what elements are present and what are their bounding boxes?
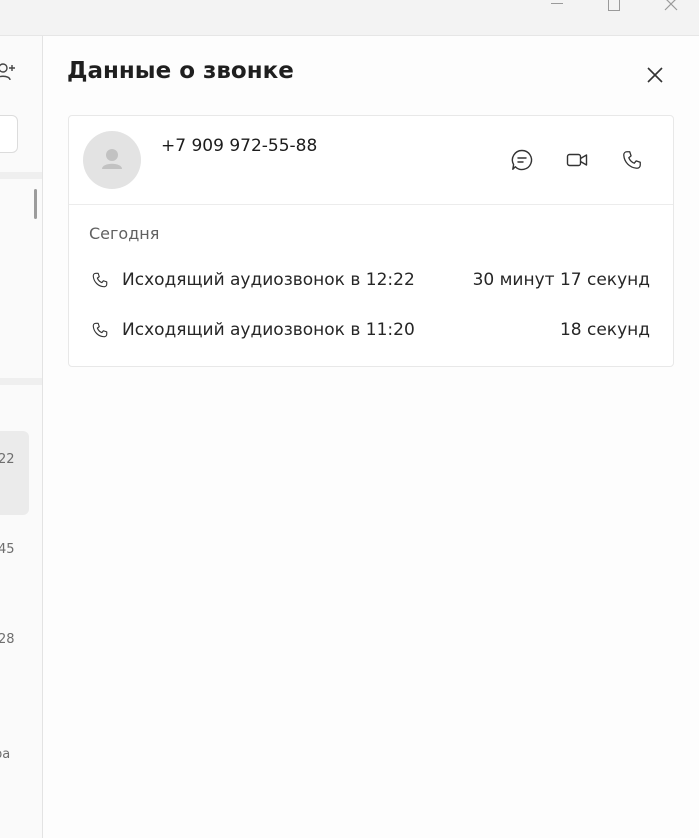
- window-close-button[interactable]: [656, 0, 686, 14]
- scrollbar-thumb[interactable]: [34, 189, 37, 219]
- phone-icon: [92, 322, 108, 338]
- call-history-row: Исходящий аудиозвонок в 12:22 30 минут 1…: [69, 266, 673, 296]
- list-item-snippet: pa: [0, 747, 11, 762]
- video-camera-icon: [566, 153, 588, 167]
- page-title: Данные о звонке: [67, 58, 294, 84]
- minimize-icon: [551, 3, 563, 4]
- maximize-button[interactable]: [599, 0, 629, 14]
- call-duration: 18 секунд: [559, 320, 650, 340]
- call-details-card: +7 909 972-55-88 Сегодня Исходящий аудио…: [68, 115, 674, 367]
- close-panel-button[interactable]: [640, 60, 670, 90]
- date-section-label: Сегодня: [89, 224, 160, 243]
- minimize-button[interactable]: [542, 0, 572, 14]
- add-contact-button[interactable]: [0, 60, 18, 88]
- contact-number: +7 909 972-55-88: [161, 136, 318, 156]
- section-divider: [0, 172, 42, 179]
- call-description: Исходящий аудиозвонок в 11:20: [122, 320, 415, 340]
- person-placeholder-icon: [102, 149, 122, 169]
- close-icon: [647, 67, 663, 83]
- search-input[interactable]: [0, 115, 18, 153]
- maximize-icon: [608, 0, 620, 11]
- video-call-button[interactable]: [562, 145, 592, 175]
- chat-bubble-icon: [511, 149, 533, 171]
- title-bar: [0, 0, 699, 36]
- section-divider: [0, 378, 42, 385]
- list-item-time: 28: [0, 632, 15, 647]
- chat-list-item-selected[interactable]: [0, 431, 29, 515]
- list-item-time: 22: [0, 452, 15, 467]
- call-history-row: Исходящий аудиозвонок в 11:20 18 секунд: [69, 316, 673, 346]
- call-duration: 30 минут 17 секунд: [472, 270, 650, 290]
- contact-header: +7 909 972-55-88: [69, 116, 673, 205]
- avatar[interactable]: [83, 131, 141, 189]
- list-item-time: 45: [0, 542, 15, 557]
- chat-button[interactable]: [507, 145, 537, 175]
- phone-icon: [92, 272, 108, 288]
- call-description: Исходящий аудиозвонок в 12:22: [122, 270, 415, 290]
- phone-icon: [623, 151, 641, 169]
- chat-list-sidebar: 22 45 28 pa: [0, 36, 43, 838]
- close-icon: [664, 0, 678, 11]
- add-person-icon: [0, 63, 15, 81]
- audio-call-button[interactable]: [617, 145, 647, 175]
